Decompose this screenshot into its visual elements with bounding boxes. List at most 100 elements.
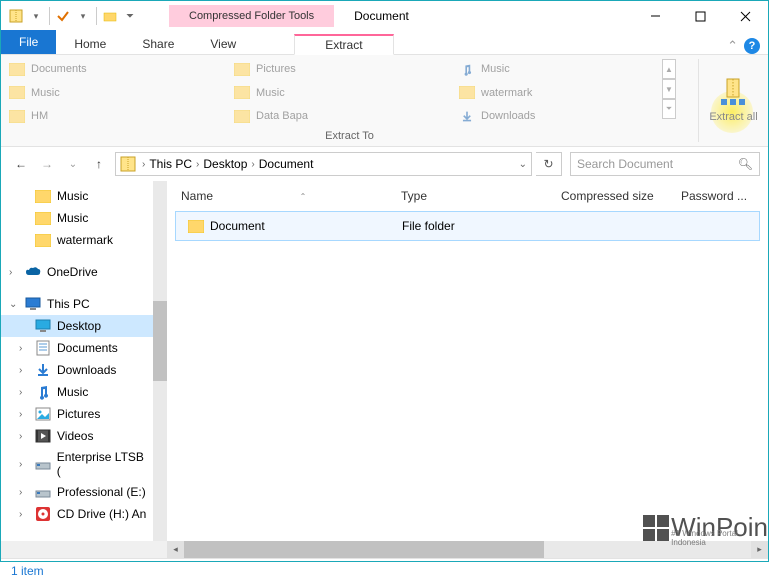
dest-music-3[interactable]: Music bbox=[234, 83, 447, 103]
qat-dropdown-icon[interactable]: ▾ bbox=[27, 7, 45, 25]
zip-app-icon bbox=[7, 7, 25, 25]
tree-item-videos[interactable]: ›Videos bbox=[1, 425, 153, 447]
tree-item-enterprise-ltsb-[interactable]: ›Enterprise LTSB ( bbox=[1, 447, 153, 481]
file-row[interactable]: Document File folder bbox=[175, 211, 760, 241]
home-tab[interactable]: Home bbox=[56, 34, 124, 54]
column-type[interactable]: Type bbox=[395, 185, 555, 207]
folder-icon bbox=[188, 220, 204, 233]
address-dropdown-icon[interactable]: ⌄ bbox=[519, 159, 527, 170]
tree-item-cd-drive-h-an[interactable]: ›CD Drive (H:) An bbox=[1, 503, 153, 525]
tree-item-downloads[interactable]: ›Downloads bbox=[1, 359, 153, 381]
collapse-ribbon-icon[interactable]: ⌃ bbox=[727, 38, 738, 54]
cddrive-icon bbox=[35, 506, 51, 522]
horizontal-scrollbar[interactable]: ◂ ▸ bbox=[1, 541, 768, 558]
hscroll-left-button[interactable]: ◂ bbox=[167, 541, 184, 558]
downloads-icon bbox=[35, 362, 51, 378]
gallery-up-button[interactable]: ▲ bbox=[662, 59, 676, 79]
extract-tab[interactable]: Extract bbox=[294, 34, 393, 55]
quick-access-toolbar: ▾ ▾ ⏷ bbox=[1, 7, 139, 25]
videos-icon bbox=[35, 428, 51, 444]
thispc-icon bbox=[25, 296, 41, 312]
dest-pictures[interactable]: Pictures bbox=[234, 59, 447, 79]
dest-music-2[interactable]: Music bbox=[9, 83, 222, 103]
window-controls bbox=[633, 1, 768, 31]
tree-item-music[interactable]: ›Music bbox=[1, 381, 153, 403]
view-tab[interactable]: View bbox=[192, 34, 254, 54]
minimize-button[interactable] bbox=[633, 1, 678, 31]
tree-item-desktop[interactable]: Desktop bbox=[1, 315, 153, 337]
recent-button[interactable]: ⌄ bbox=[61, 152, 85, 176]
navigation-tree[interactable]: MusicMusicwatermark›OneDrive⌄This PCDesk… bbox=[1, 181, 153, 541]
tree-item-documents[interactable]: ›Documents bbox=[1, 337, 153, 359]
search-input[interactable]: Search Document 🔍︎ bbox=[570, 152, 760, 176]
onedrive-icon bbox=[25, 264, 41, 280]
tree-item-onedrive[interactable]: ›OneDrive bbox=[1, 261, 153, 283]
documents-icon bbox=[35, 340, 51, 356]
main-area: MusicMusicwatermark›OneDrive⌄This PCDesk… bbox=[1, 181, 768, 541]
maximize-button[interactable] bbox=[678, 1, 723, 31]
pictures-icon bbox=[35, 406, 51, 422]
qat-customize-icon[interactable]: ⏷ bbox=[121, 7, 139, 25]
extract-all-button[interactable]: Extract all bbox=[709, 77, 757, 123]
new-folder-icon[interactable] bbox=[101, 7, 119, 25]
column-name[interactable]: Name⌃ bbox=[175, 185, 395, 207]
scrollbar-thumb[interactable] bbox=[153, 301, 167, 381]
dest-documents[interactable]: Documents bbox=[9, 59, 222, 79]
breadcrumb-document[interactable]: Document bbox=[257, 155, 316, 173]
watermark-subtitle: #1 Windows Portal Indonesia bbox=[671, 529, 768, 547]
breadcrumb-thispc[interactable]: This PC bbox=[147, 155, 194, 173]
tree-item-music[interactable]: Music bbox=[1, 207, 153, 229]
share-tab[interactable]: Share bbox=[124, 34, 192, 54]
tree-item-watermark[interactable]: watermark bbox=[1, 229, 153, 251]
dest-watermark[interactable]: watermark bbox=[459, 83, 672, 103]
close-button[interactable] bbox=[723, 1, 768, 31]
file-list: Name⌃ Type Compressed size Password ... … bbox=[167, 181, 768, 541]
watermark-logo-icon bbox=[643, 515, 669, 541]
drive-icon bbox=[35, 484, 51, 500]
refresh-button[interactable]: ↻ bbox=[536, 152, 562, 176]
column-password[interactable]: Password ... bbox=[675, 185, 755, 207]
ribbon: Documents Pictures Music Music Music wat… bbox=[1, 55, 768, 147]
address-bar[interactable]: › This PC › Desktop › Document ⌄ bbox=[115, 152, 532, 176]
chevron-right-icon[interactable]: › bbox=[194, 159, 201, 170]
help-icon[interactable]: ? bbox=[744, 38, 760, 54]
dest-music[interactable]: Music bbox=[459, 59, 672, 79]
extract-all-icon bbox=[717, 77, 749, 109]
up-button[interactable]: ↑ bbox=[87, 152, 111, 176]
forward-button[interactable]: → bbox=[35, 152, 59, 176]
tree-item-this-pc[interactable]: ⌄This PC bbox=[1, 293, 153, 315]
dest-hm[interactable]: HM bbox=[9, 106, 222, 126]
title-bar: ▾ ▾ ⏷ Compressed Folder Tools Document bbox=[1, 1, 768, 31]
music-icon bbox=[35, 384, 51, 400]
file-tab[interactable]: File bbox=[1, 30, 56, 54]
gallery-down-button[interactable]: ▼ bbox=[662, 79, 676, 99]
chevron-right-icon[interactable]: › bbox=[140, 159, 147, 170]
properties-icon[interactable] bbox=[54, 7, 72, 25]
file-rows: Document File folder bbox=[167, 211, 768, 541]
ribbon-context-tab: Compressed Folder Tools bbox=[169, 5, 334, 27]
watermark: WinPoin #1 Windows Portal Indonesia bbox=[643, 512, 768, 543]
desktop-icon bbox=[35, 318, 51, 334]
breadcrumb-desktop[interactable]: Desktop bbox=[201, 155, 249, 173]
item-count: 1 item bbox=[11, 564, 44, 578]
hscroll-thumb[interactable] bbox=[184, 541, 544, 558]
extract-to-label: Extract To bbox=[9, 128, 690, 142]
folder-icon bbox=[35, 232, 51, 248]
tree-item-professional-e-[interactable]: ›Professional (E:) bbox=[1, 481, 153, 503]
back-button[interactable]: ← bbox=[9, 152, 33, 176]
chevron-right-icon[interactable]: › bbox=[249, 159, 256, 170]
search-placeholder: Search Document bbox=[577, 157, 673, 171]
zip-icon bbox=[120, 156, 136, 172]
extract-all-label: Extract all bbox=[709, 111, 757, 123]
tree-scrollbar[interactable] bbox=[153, 181, 167, 541]
dest-downloads[interactable]: Downloads bbox=[459, 106, 672, 126]
search-icon: 🔍︎ bbox=[738, 157, 753, 171]
column-size[interactable]: Compressed size bbox=[555, 185, 675, 207]
qat-dropdown-icon[interactable]: ▾ bbox=[74, 7, 92, 25]
ribbon-tabs: File Home Share View Extract ⌃ ? bbox=[1, 31, 768, 55]
tree-item-music[interactable]: Music bbox=[1, 185, 153, 207]
dest-databapa[interactable]: Data Bapa bbox=[234, 106, 447, 126]
tree-item-pictures[interactable]: ›Pictures bbox=[1, 403, 153, 425]
gallery-more-button[interactable]: ⏷ bbox=[662, 99, 676, 119]
folder-icon bbox=[35, 188, 51, 204]
